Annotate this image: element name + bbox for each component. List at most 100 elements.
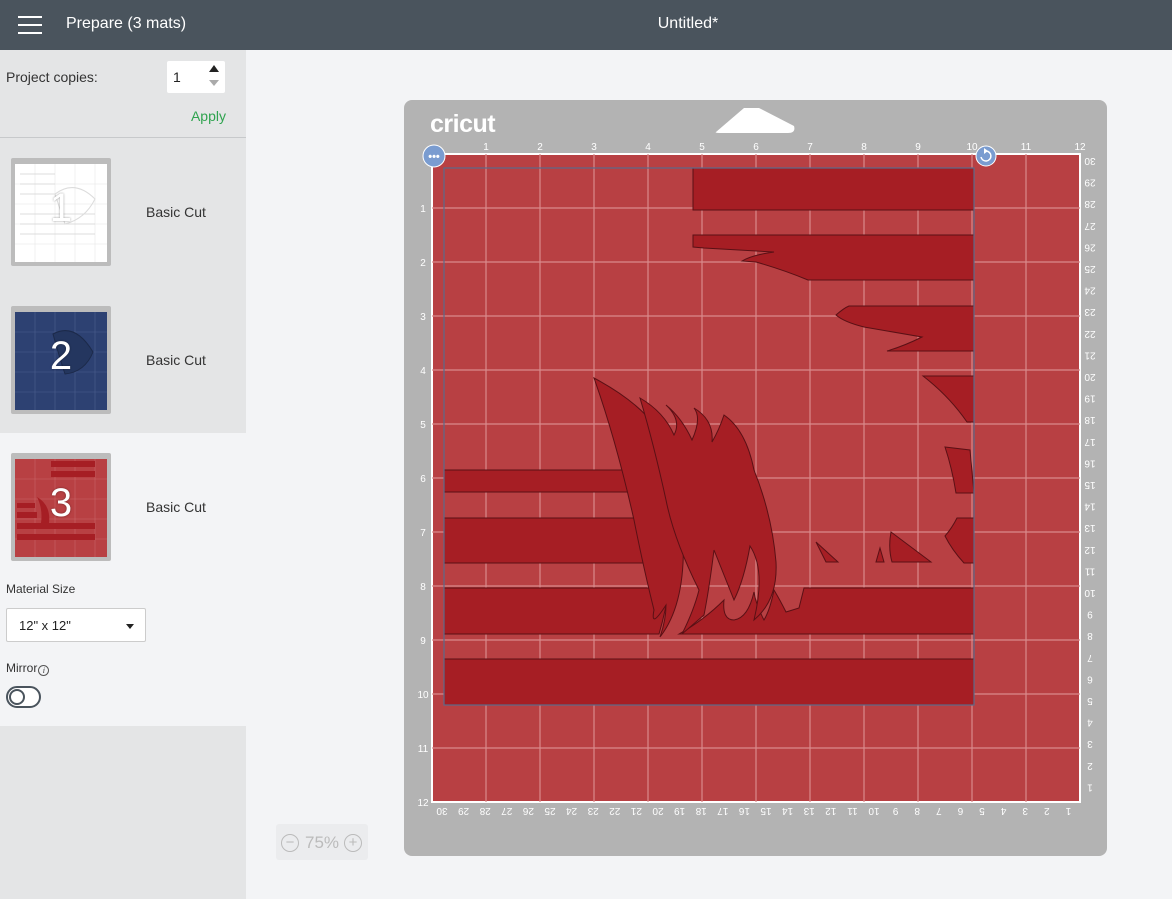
bottom-ruler: 30 29 28 27 26 25 24 23 22 21 20 19 18 17 16 15 14 13 12 11… [436,805,1071,816]
mat-number-1: 1 [49,186,73,230]
right-ruler-label: 4 [1087,717,1093,728]
bottom-ruler-label: 3 [1022,805,1028,816]
increment-arrow-icon[interactable] [209,65,219,72]
bottom-ruler-label: 13 [803,805,815,816]
right-ruler-label: 19 [1084,393,1096,404]
bottom-ruler-label: 25 [544,805,556,816]
right-ruler-label: 30 [1084,155,1096,166]
bottom-ruler-label: 16 [738,805,750,816]
right-ruler-label: 1 [1087,781,1093,792]
right-ruler-label: 6 [1087,673,1093,684]
right-ruler: 3029282726252423222120191817161514131211… [1084,155,1096,792]
mat-number-3: 3 [49,481,73,525]
chevron-down-icon [126,624,134,629]
left-ruler-label: 8 [420,582,426,593]
stripe-shape [443,587,670,635]
right-ruler-label: 28 [1084,198,1096,209]
bottom-ruler-label: 27 [501,805,513,816]
mirror-toggle[interactable] [6,686,41,708]
left-ruler: 123456789101112 [417,204,429,809]
mat-thumbnail-2[interactable]: 2 [11,306,111,414]
apply-button[interactable]: Apply [191,108,226,124]
bottom-ruler-label: 6 [957,805,963,816]
mat-number-2: 2 [49,334,73,378]
left-ruler-label: 4 [420,366,426,377]
right-ruler-label: 16 [1084,457,1096,468]
left-ruler-label: 5 [420,420,426,431]
mat-cut-label-3: Basic Cut [146,499,206,515]
sidebar-footer [0,726,246,899]
material-size-label: Material Size [6,582,76,596]
bottom-ruler-label: 4 [1000,805,1006,816]
bottom-ruler-label: 23 [587,805,599,816]
toggle-knob [9,689,25,705]
top-ruler-label: 10 [966,142,978,153]
bottom-ruler-label: 7 [936,805,942,816]
top-ruler-label: 4 [645,142,651,153]
top-ruler-label: 2 [537,142,543,153]
material-size-dropdown[interactable]: 12" x 12" [6,608,146,642]
mat-thumbnail-1[interactable]: 1 [11,158,111,266]
bottom-ruler-label: 2 [1044,805,1050,816]
top-ruler-label: 11 [1021,142,1032,153]
top-ruler-label: 12 [1074,142,1086,153]
right-ruler-label: 8 [1087,630,1093,641]
right-ruler-label: 2 [1087,760,1093,771]
zoom-in-icon[interactable]: + [344,834,362,852]
bottom-ruler-label: 29 [458,805,470,816]
rotate-handle [975,145,997,167]
right-ruler-label: 14 [1084,501,1096,512]
bottom-ruler-label: 8 [914,805,920,816]
top-ruler-label: 5 [699,142,705,153]
project-copies-input[interactable]: 1 [167,61,225,93]
right-ruler-label: 12 [1084,544,1096,555]
mat-list-item-2[interactable]: 2 Basic Cut [0,286,246,433]
bottom-ruler-label: 30 [436,805,448,816]
bottom-ruler-label: 21 [630,805,642,816]
left-ruler-label: 9 [420,636,426,647]
top-ruler-label: 6 [753,142,759,153]
project-copies-label: Project copies: [6,69,98,85]
bottom-ruler-label: 5 [979,805,985,816]
bottom-ruler-label: 24 [566,805,578,816]
right-ruler-label: 7 [1087,652,1093,663]
left-ruler-label: 12 [417,798,429,809]
bottom-ruler-label: 17 [717,805,729,816]
decrement-arrow-icon[interactable] [209,80,219,86]
top-ruler-label: 3 [591,142,597,153]
right-ruler-label: 5 [1087,695,1093,706]
bottom-ruler-label: 12 [825,805,837,816]
bottom-ruler-label: 15 [760,805,772,816]
bottom-ruler-label: 9 [892,805,898,816]
mat-list-item-3[interactable]: 3 Basic Cut [0,433,246,580]
mat-thumbnail-3[interactable]: 3 [11,453,111,561]
bottom-ruler-label: 10 [868,805,880,816]
mat-list-item-1[interactable]: 1 Basic Cut [0,138,246,285]
left-ruler-label: 7 [420,528,426,539]
right-ruler-label: 22 [1084,328,1096,339]
right-ruler-label: 9 [1087,609,1093,620]
project-copies-value[interactable]: 1 [173,69,181,85]
right-ruler-label: 21 [1084,349,1096,360]
stripe-shape [443,658,975,706]
bottom-ruler-label: 11 [847,805,858,816]
bottom-ruler-label: 28 [479,805,491,816]
right-ruler-label: 20 [1084,371,1096,382]
left-ruler-label: 3 [420,312,426,323]
right-ruler-label: 26 [1084,241,1096,252]
top-ruler-label: 7 [807,142,813,153]
bottom-ruler-label: 18 [695,805,707,816]
zoom-out-icon[interactable]: − [281,834,299,852]
right-ruler-label: 29 [1084,177,1096,188]
bottom-ruler-label: 20 [652,805,664,816]
info-icon[interactable]: i [38,665,50,676]
mat-canvas[interactable]: 1 2 3 4 5 6 7 8 9 10 11 12 123456789101112 30 29 28 27… [404,100,1107,856]
right-ruler-label: 25 [1084,263,1096,274]
mat-handle [715,108,795,133]
left-ruler-label: 2 [420,258,426,269]
right-ruler-label: 11 [1084,565,1095,576]
material-size-value: 12" x 12" [19,618,71,633]
project-copies-section: Project copies: 1 Apply [0,50,246,138]
right-ruler-label: 13 [1084,522,1096,533]
cutting-mat: cricut 1 2 3 4 5 6 7 8 9 10 11 12 1234 5… [404,100,1107,856]
